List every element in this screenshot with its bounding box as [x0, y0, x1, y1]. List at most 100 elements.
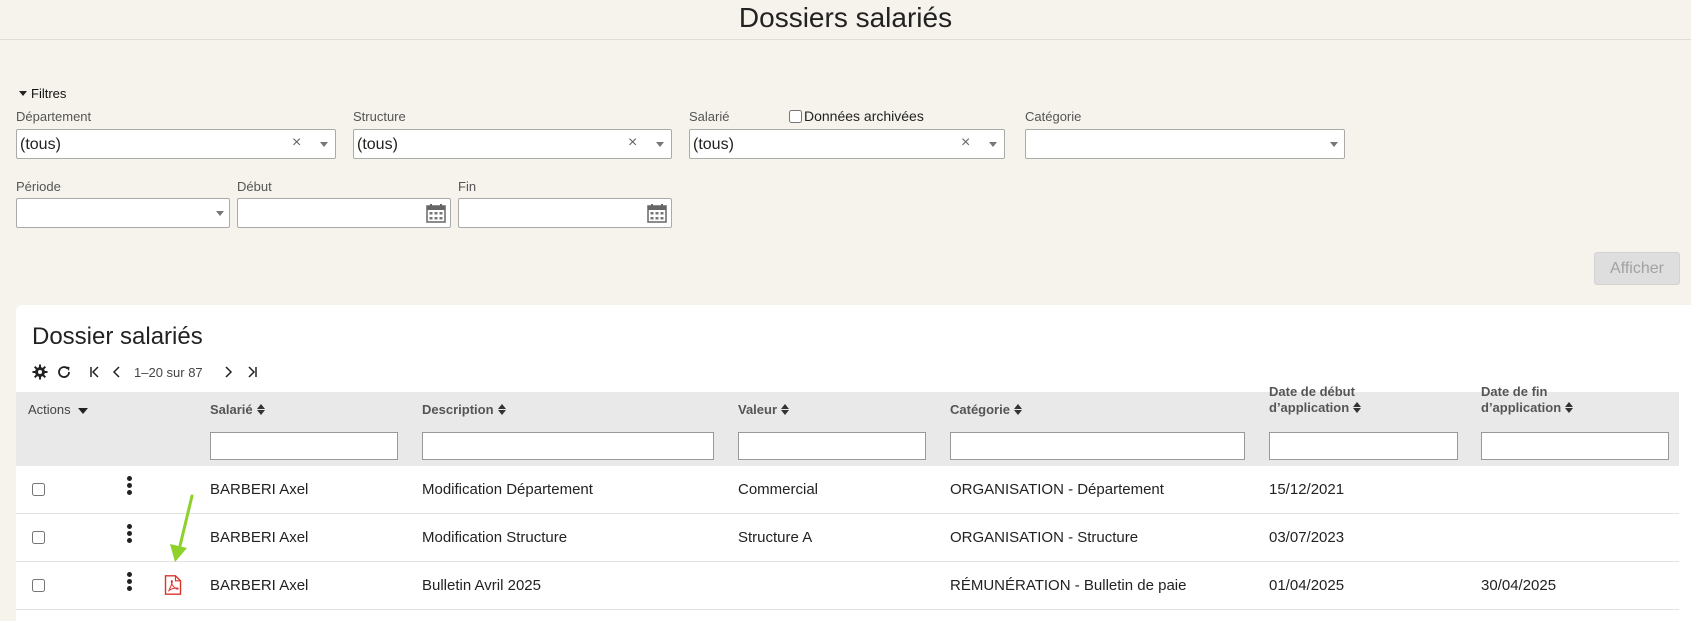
cell-categorie: ORGANISATION - Département	[950, 481, 1164, 498]
calendar-icon[interactable]	[426, 203, 446, 223]
salarie-filter-input[interactable]	[210, 432, 398, 460]
sort-icon	[781, 404, 790, 416]
row-select-checkbox[interactable]	[32, 579, 45, 592]
column-header-categorie-label: Catégorie	[950, 402, 1010, 417]
cell-valeur: Structure A	[738, 529, 813, 546]
annotation-arrow-icon	[170, 494, 194, 562]
cell-categorie: ORGANISATION - Structure	[950, 529, 1139, 546]
column-header-valeur[interactable]: Valeur	[738, 402, 790, 418]
prev-page-icon[interactable]	[110, 365, 124, 379]
row-select-checkbox[interactable]	[32, 483, 45, 496]
chevron-down-icon	[320, 142, 328, 147]
description-filter-input[interactable]	[422, 432, 714, 460]
cell-date-fin: 30/04/2025	[1481, 577, 1557, 594]
departement-value: (tous)	[20, 136, 61, 153]
grid-header: Actions Salarié Description Valeur Catég…	[16, 384, 1679, 466]
column-header-categorie[interactable]: Catégorie	[950, 402, 1022, 418]
cell-salarie: BARBERI Axel	[210, 529, 309, 546]
salarie-label: Salarié	[689, 109, 730, 124]
archived-data-checkbox[interactable]: Données archivées	[789, 108, 924, 124]
sort-icon	[1353, 402, 1362, 414]
chevron-down-icon	[1330, 142, 1338, 147]
chevron-down-icon	[989, 142, 997, 147]
fin-label: Fin	[458, 179, 477, 194]
cell-salarie: BARBERI Axel	[210, 481, 309, 498]
column-header-actions[interactable]: Actions	[28, 402, 89, 418]
cell-categorie: RÉMUNÉRATION - Bulletin de paie	[950, 577, 1187, 594]
departement-label: Département	[16, 109, 92, 124]
date-fin-filter-input[interactable]	[1481, 432, 1669, 460]
categorie-label: Catégorie	[1025, 109, 1082, 124]
periode-label: Période	[16, 179, 61, 194]
sort-icon	[1013, 404, 1022, 416]
kebab-menu-icon[interactable]	[123, 572, 135, 596]
pdf-icon[interactable]	[164, 575, 182, 595]
calendar-icon[interactable]	[647, 203, 667, 223]
refresh-icon[interactable]	[56, 364, 72, 380]
valeur-filter-input[interactable]	[738, 432, 926, 460]
cell-date-debut: 01/04/2025	[1269, 577, 1345, 594]
grid-toolbar: 1–20 sur 87	[32, 363, 259, 381]
categorie-select[interactable]	[1025, 129, 1345, 159]
chevron-down-icon	[656, 142, 664, 147]
cell-salarie: BARBERI Axel	[210, 577, 309, 594]
first-page-icon[interactable]	[88, 365, 102, 379]
structure-select[interactable]: (tous) ×	[353, 129, 672, 159]
column-header-date-fin-line1: Date de fin	[1481, 384, 1548, 399]
row-select-checkbox[interactable]	[32, 531, 45, 544]
gear-icon[interactable]	[32, 364, 48, 380]
column-header-description[interactable]: Description	[422, 402, 506, 418]
grid-title: Dossier salariés	[32, 323, 203, 350]
column-header-date-fin[interactable]: Date de fin d’application	[1481, 384, 1574, 416]
cell-description: Modification Structure	[422, 529, 568, 546]
cell-date-debut: 15/12/2021	[1269, 481, 1345, 498]
title-divider	[0, 39, 1691, 40]
column-header-date-debut-line2: d’application	[1269, 400, 1350, 415]
column-header-salarie[interactable]: Salarié	[210, 402, 265, 418]
departement-select[interactable]: (tous) ×	[16, 129, 336, 159]
structure-value: (tous)	[357, 136, 398, 153]
next-page-icon[interactable]	[221, 365, 235, 379]
archived-label: Données archivées	[804, 108, 924, 124]
filters-toggle[interactable]: Filtres	[19, 86, 66, 101]
column-header-date-fin-line2: d’application	[1481, 400, 1562, 415]
debut-date-input[interactable]	[237, 198, 451, 228]
grid-panel: Dossier salariés 1–20 sur 87 Actions Sal…	[16, 305, 1691, 621]
table-row[interactable]: BARBERI Axel Modification Département Co…	[16, 466, 1679, 514]
kebab-menu-icon[interactable]	[123, 476, 135, 500]
departement-clear-icon[interactable]: ×	[292, 134, 301, 152]
table-row[interactable]: BARBERI Axel Bulletin Avril 2025 RÉMUNÉR…	[16, 562, 1679, 610]
afficher-button[interactable]: Afficher	[1594, 252, 1680, 285]
structure-clear-icon[interactable]: ×	[628, 134, 637, 152]
column-header-actions-label: Actions	[28, 402, 71, 417]
caret-down-icon	[19, 91, 27, 97]
cell-date-debut: 03/07/2023	[1269, 529, 1345, 546]
debut-label: Début	[237, 179, 272, 194]
salarie-value: (tous)	[693, 136, 734, 153]
table-row[interactable]: BARBERI Axel Modification Structure Stru…	[16, 514, 1679, 562]
salarie-select[interactable]: (tous) ×	[689, 129, 1005, 159]
column-header-date-debut[interactable]: Date de début d’application	[1269, 384, 1362, 416]
sort-icon	[256, 404, 265, 416]
kebab-menu-icon[interactable]	[123, 524, 135, 548]
periode-select[interactable]	[16, 198, 230, 228]
column-header-salarie-label: Salarié	[210, 402, 253, 417]
cell-description: Modification Département	[422, 481, 593, 498]
archived-checkbox-input[interactable]	[789, 109, 802, 123]
sort-icon	[497, 404, 506, 416]
salarie-clear-icon[interactable]: ×	[961, 134, 970, 152]
pager-text: 1–20 sur 87	[134, 364, 203, 380]
column-header-valeur-label: Valeur	[738, 402, 778, 417]
column-header-date-debut-line1: Date de début	[1269, 384, 1355, 399]
date-debut-filter-input[interactable]	[1269, 432, 1458, 460]
page-title: Dossiers salariés	[738, 2, 953, 33]
filters-toggle-label: Filtres	[31, 86, 67, 101]
chevron-down-icon	[216, 211, 224, 216]
cell-valeur: Commercial	[738, 481, 819, 498]
caret-down-icon	[78, 407, 89, 414]
fin-date-input[interactable]	[458, 198, 672, 228]
last-page-icon[interactable]	[245, 365, 259, 379]
categorie-filter-input[interactable]	[950, 432, 1245, 460]
cell-description: Bulletin Avril 2025	[422, 577, 541, 594]
column-header-description-label: Description	[422, 402, 494, 417]
